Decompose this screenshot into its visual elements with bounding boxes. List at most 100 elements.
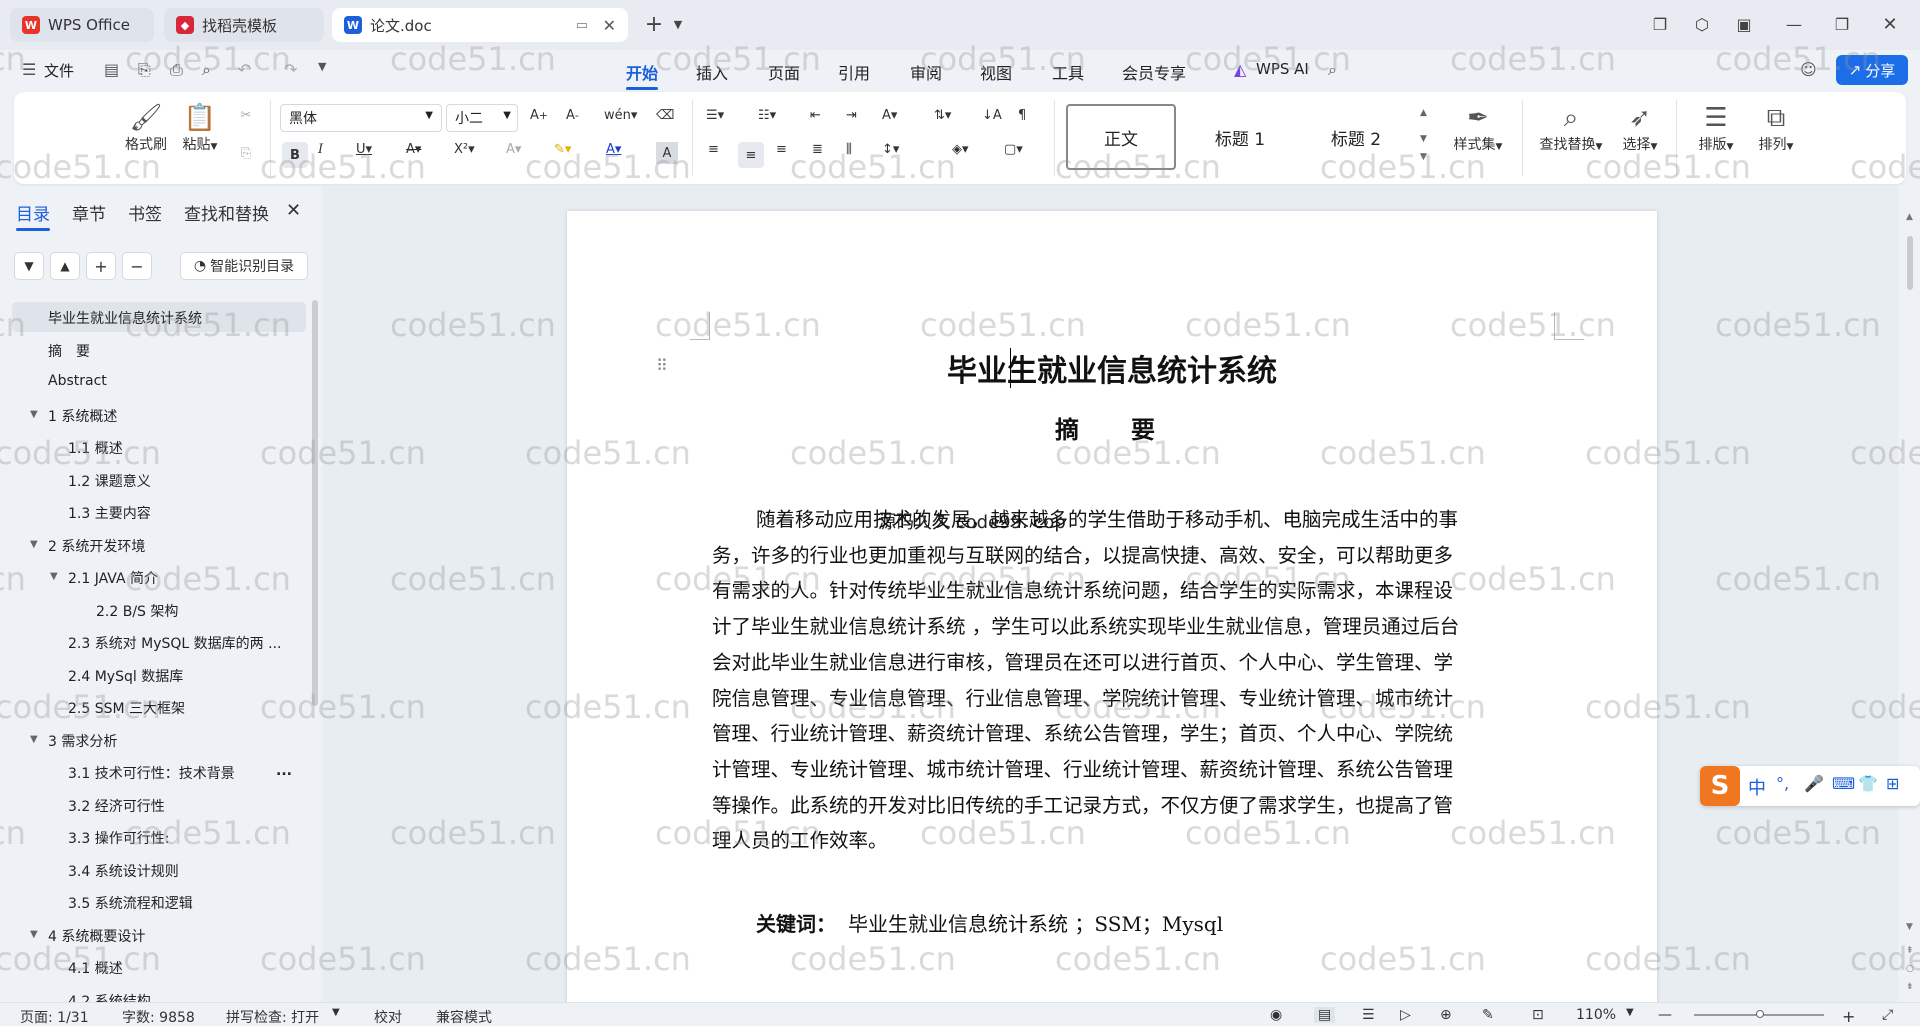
decrease-indent-icon[interactable]: ⇤ — [810, 108, 821, 123]
style-heading2[interactable]: 标题 2 — [1296, 104, 1416, 170]
export-icon[interactable]: ⎘ — [138, 60, 151, 80]
scroll-thumb[interactable] — [1907, 236, 1913, 290]
window-mode-icon[interactable]: ❐ — [1648, 12, 1672, 36]
arrange-button[interactable]: ⧉ 排列▼ — [1750, 102, 1802, 154]
toc-item[interactable]: 2.4 MySql 数据库 — [68, 666, 183, 686]
scroll-up-icon[interactable]: ▲ — [1906, 212, 1913, 222]
font-name-select[interactable]: 黑体 ▼ — [280, 104, 442, 132]
eye-icon[interactable]: ◉ — [1270, 1007, 1282, 1023]
skin-icon[interactable]: 👕 — [1858, 774, 1878, 793]
toc-item[interactable]: 4 系统概要设计 — [48, 926, 145, 946]
maximize-icon[interactable]: ❐ — [1830, 12, 1854, 36]
toc-caret-icon[interactable]: ▼ — [30, 929, 38, 940]
distribute-icon[interactable]: ⫼ — [846, 142, 852, 157]
style-expand-icon[interactable]: ▼ — [1420, 152, 1427, 162]
keyboard-icon[interactable]: ⌨ — [1832, 774, 1855, 793]
page-count[interactable]: 页面: 1/31 — [20, 1007, 89, 1026]
tab-bookmark[interactable]: 书签 — [128, 200, 162, 225]
shading-icon[interactable]: ◈▾ — [952, 142, 969, 157]
zoom-slider-thumb[interactable] — [1756, 1010, 1764, 1018]
tab-document[interactable]: W 论文.doc ▭ ✕ — [332, 8, 628, 42]
chevron-down-icon[interactable]: ▼ — [666, 12, 690, 36]
window-icon[interactable]: ▭ — [576, 18, 588, 33]
toc-caret-icon[interactable]: ▼ — [30, 409, 38, 420]
toc-item[interactable]: 1.3 主要内容 — [68, 503, 151, 523]
layout-button[interactable]: ☰ 排版▼ — [1690, 102, 1742, 154]
cut-icon[interactable]: ✂ — [236, 108, 256, 123]
style-scroll-down-icon[interactable]: ▼ — [1420, 134, 1427, 144]
hamburger-icon[interactable]: ☰ — [22, 60, 36, 79]
justify-icon[interactable]: ≣ — [812, 142, 823, 157]
avatar-icon[interactable]: ▣ — [1732, 12, 1756, 36]
toc-item[interactable]: 3 需求分析 — [48, 731, 117, 751]
select-browse-icon[interactable]: ○ — [1906, 964, 1914, 974]
toc-more-icon[interactable]: ... — [276, 763, 292, 779]
fullscreen-icon[interactable]: ⤢ — [1882, 1007, 1893, 1023]
chevron-down-icon[interactable]: ▼ — [1626, 1007, 1634, 1018]
align-center-button[interactable]: ≡ — [738, 142, 764, 168]
toc-item[interactable]: 2.1 JAVA 简介 — [68, 568, 158, 588]
search-icon[interactable]: ⌕ — [1328, 60, 1337, 80]
ime-language[interactable]: 中 — [1748, 774, 1766, 800]
bullet-list-icon[interactable]: ☰▾ — [706, 108, 724, 123]
numbered-list-icon[interactable]: ☷▾ — [758, 108, 776, 123]
undo-icon[interactable]: ↶ — [238, 60, 251, 79]
collapse-icon[interactable]: ▼ — [14, 252, 44, 280]
add-heading-icon[interactable]: + — [86, 252, 116, 280]
toc-item[interactable]: 3.5 系统流程和逻辑 — [68, 893, 193, 913]
page-view-icon[interactable]: ▤ — [1314, 1007, 1336, 1023]
fit-page-icon[interactable]: ⊡ — [1532, 1007, 1544, 1023]
align-left-icon[interactable]: ≡ — [708, 142, 719, 157]
close-pane-icon[interactable]: ✕ — [286, 200, 301, 221]
close-window-icon[interactable]: ✕ — [1878, 12, 1902, 36]
line-spacing-icon[interactable]: ↕▾ — [882, 142, 899, 157]
highlight-icon[interactable]: ✎▾ — [554, 142, 571, 157]
increase-indent-icon[interactable]: ⇥ — [846, 108, 857, 123]
next-page-icon[interactable]: ⇟ — [1906, 982, 1914, 992]
font-size-select[interactable]: 小二 ▼ — [446, 104, 518, 132]
find-replace-button[interactable]: ⌕ 查找替换▼ — [1534, 102, 1608, 154]
menu-item-view[interactable]: 视图 — [980, 60, 1012, 84]
document-scrollbar[interactable]: ▲ ▼ ⇞ ○ ⇟ — [1904, 200, 1916, 1000]
menu-item-page[interactable]: 页面 — [768, 60, 800, 84]
chat-icon[interactable]: ☺ — [1800, 60, 1817, 79]
toc-item[interactable]: Abstract — [48, 373, 107, 389]
smart-toc-button[interactable]: ◔ 智能识别目录 — [180, 252, 308, 280]
toolbox-icon[interactable]: ⊞ — [1886, 774, 1899, 793]
select-button[interactable]: ➶ 选择▼ — [1614, 102, 1666, 154]
toc-item[interactable]: 2.2 B/S 架构 — [96, 601, 178, 621]
toc-item[interactable]: 4.1 概述 — [68, 958, 123, 978]
zoom-out-icon[interactable]: — — [1658, 1007, 1672, 1023]
bold-button[interactable]: B — [282, 142, 308, 168]
cube-icon[interactable]: ⬡ — [1690, 12, 1714, 36]
proofread-button[interactable]: 校对 — [374, 1007, 402, 1026]
style-normal[interactable]: 正文 — [1066, 104, 1176, 170]
read-mode-icon[interactable]: ▷ — [1400, 1007, 1411, 1023]
toc-caret-icon[interactable]: ▼ — [50, 571, 58, 582]
toc-item[interactable]: 3.2 经济可行性 — [68, 796, 165, 816]
toc-item[interactable]: 1.1 概述 — [68, 438, 123, 458]
chevron-down-icon[interactable]: ▼ — [332, 1007, 340, 1018]
wps-ai-button[interactable]: WPS AI — [1256, 60, 1309, 78]
align-right-icon[interactable]: ≡ — [776, 142, 787, 157]
pane-scrollbar[interactable] — [312, 300, 318, 706]
zoom-level[interactable]: 110% — [1576, 1007, 1616, 1023]
outline-view-icon[interactable]: ☰ — [1362, 1007, 1375, 1023]
grow-font-icon[interactable]: A + — [530, 108, 548, 123]
scroll-down-icon[interactable]: ▼ — [1906, 922, 1913, 932]
write-mode-icon[interactable]: ✎ — [1482, 1007, 1494, 1023]
toc-item[interactable]: 1 系统概述 — [48, 406, 117, 426]
menu-item-review[interactable]: 审阅 — [910, 60, 942, 84]
toc-item[interactable]: 2 系统开发环境 — [48, 536, 145, 556]
phonetic-icon[interactable]: wén▾ — [604, 108, 637, 123]
toc-item[interactable]: 1.2 课题意义 — [68, 471, 151, 491]
toc-item[interactable]: 3.1 技术可行性：技术背景 — [68, 763, 235, 783]
menu-item-start[interactable]: 开始 — [626, 60, 659, 90]
shrink-font-icon[interactable]: A- — [566, 108, 579, 123]
tab-chapter[interactable]: 章节 — [72, 200, 106, 225]
file-menu[interactable]: 文件 — [44, 60, 74, 81]
style-heading1[interactable]: 标题 1 — [1180, 104, 1300, 170]
toc-item[interactable]: 2.3 系统对 MySQL 数据库的两 ... — [68, 633, 282, 653]
share-button[interactable]: ↗ 分享 — [1836, 55, 1908, 85]
tab-find-replace[interactable]: 查找和替换 — [184, 200, 269, 225]
